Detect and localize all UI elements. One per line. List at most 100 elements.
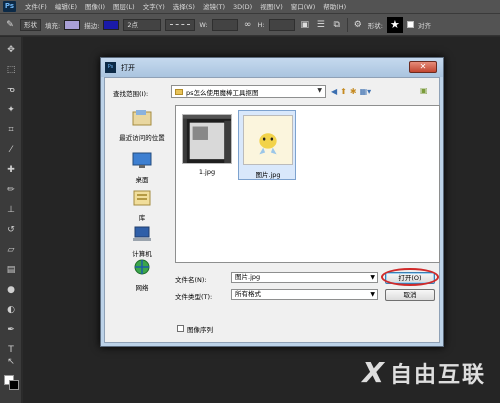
move-tool-icon[interactable]: ✥	[4, 43, 18, 57]
open-dialog: Ps 打开 ✕ 查找范围(I): ps怎么使用魔棒工具抠图 ▼ ◀ ⬆ ✱ ▦▾…	[100, 57, 444, 347]
place-network-label: 网络	[135, 284, 149, 292]
file-type-label: 文件类型(T):	[175, 293, 213, 301]
blur-tool-icon[interactable]: ●	[4, 283, 18, 297]
dialog-titlebar: Ps 打开 ✕	[101, 58, 443, 77]
menu-select[interactable]: 选择(S)	[169, 0, 199, 14]
computer-icon	[133, 226, 151, 241]
brush-tool-icon[interactable]: ✏	[4, 183, 18, 197]
height-label: H:	[257, 20, 265, 29]
view-menu-icon[interactable]: ▦▾	[360, 87, 372, 96]
file-name: 1.jpg	[198, 168, 216, 176]
file-thumbnail	[243, 115, 293, 165]
shape-label: 形状:	[367, 21, 383, 30]
lasso-tool-icon[interactable]: ᓀ	[4, 83, 18, 97]
menu-help[interactable]: 帮助(H)	[319, 0, 350, 14]
file-thumbnail	[182, 114, 232, 164]
menu-file[interactable]: 文件(F)	[21, 0, 51, 14]
look-in-label: 查找范围(I):	[113, 90, 149, 98]
places-bar: 最近访问的位置 桌面 库 计算机 网络	[111, 105, 173, 295]
menu-3d[interactable]: 3D(D)	[229, 0, 256, 14]
look-in-select[interactable]: ps怎么使用魔棒工具抠图 ▼	[171, 85, 326, 98]
new-folder-icon[interactable]: ▣	[420, 86, 431, 96]
menu-layer[interactable]: 图层(L)	[109, 0, 139, 14]
background-color-swatch[interactable]	[9, 380, 19, 390]
file-type-select[interactable]: 所有格式 ▼	[231, 289, 378, 300]
place-libraries-label: 库	[138, 214, 146, 222]
place-libraries[interactable]: 库	[111, 189, 173, 222]
menu-bar: Ps 文件(F) 编辑(E) 图像(I) 图层(L) 文字(Y) 选择(S) 滤…	[0, 0, 500, 14]
chevron-down-icon: ▼	[370, 291, 375, 298]
watermark: X 自由互联	[362, 356, 486, 389]
menu-view[interactable]: 视图(V)	[256, 0, 287, 14]
height-field[interactable]	[268, 18, 295, 31]
separator	[346, 17, 348, 32]
menu-filter[interactable]: 滤镜(T)	[199, 0, 229, 14]
tool-mode-select[interactable]: 形状	[20, 18, 41, 31]
cancel-button[interactable]: 取消	[385, 289, 435, 301]
chevron-down-icon: ▼	[370, 274, 375, 281]
marquee-tool-icon[interactable]: ⬚	[4, 63, 18, 77]
menu-edit[interactable]: 编辑(E)	[51, 0, 81, 14]
place-desktop[interactable]: 桌面	[111, 151, 173, 184]
file-name-label: 文件名(N):	[175, 276, 207, 284]
menu-window[interactable]: 窗口(W)	[287, 0, 320, 14]
pen-tool-icon[interactable]: ✒	[4, 323, 18, 337]
navigation-toolbar: ◀ ⬆ ✱ ▦▾	[331, 85, 371, 98]
place-network[interactable]: 网络	[111, 259, 173, 292]
recent-places-icon	[132, 110, 152, 126]
libraries-icon	[133, 190, 151, 206]
align-edges-label: 对齐	[417, 21, 431, 30]
place-computer[interactable]: 计算机	[111, 225, 173, 258]
gradient-tool-icon[interactable]: ▤	[4, 263, 18, 277]
path-operations-icon[interactable]: ▣	[299, 19, 311, 31]
menu-image[interactable]: 图像(I)	[81, 0, 109, 14]
file-item[interactable]: 1.jpg	[178, 110, 236, 180]
menu-type[interactable]: 文字(Y)	[139, 0, 169, 14]
healing-brush-tool-icon[interactable]: ✚	[4, 163, 18, 177]
stroke-color-swatch[interactable]	[103, 19, 120, 30]
width-label: W:	[199, 20, 208, 29]
pen-tool-preset-icon[interactable]: ✎	[4, 19, 16, 31]
eyedropper-tool-icon[interactable]: ⁄	[4, 143, 18, 157]
place-recent[interactable]: 最近访问的位置	[111, 109, 173, 142]
eraser-tool-icon[interactable]: ▱	[4, 243, 18, 257]
options-bar: ✎ 形状 填充: 描边: 2点 W: ∞ H: ▣ ☰ ⧉ ⚙ 形状: ★ 对齐	[0, 14, 500, 36]
desktop-icon	[132, 152, 152, 168]
align-edges-checkbox[interactable]	[406, 21, 414, 28]
fill-label: 填充:	[45, 21, 61, 30]
file-type-value: 所有格式	[235, 290, 261, 298]
width-field[interactable]	[211, 18, 238, 31]
link-icon[interactable]: ∞	[242, 19, 254, 31]
magic-wand-tool-icon[interactable]: ✦	[4, 103, 18, 117]
clone-stamp-tool-icon[interactable]: ⊥	[4, 203, 18, 217]
gear-icon[interactable]: ⚙	[352, 19, 364, 31]
up-folder-icon[interactable]: ⬆	[340, 87, 347, 96]
path-arrangement-icon[interactable]: ⧉	[331, 19, 343, 31]
file-name: 图片.jpg	[255, 171, 281, 179]
file-name-input[interactable]: 图片.jpg ▼	[231, 272, 378, 283]
image-sequence-label: 图像序列	[187, 326, 213, 334]
path-alignment-icon[interactable]: ☰	[315, 19, 327, 31]
path-selection-tool-icon[interactable]: ↖	[4, 355, 18, 369]
crop-tool-icon[interactable]: ⌗	[4, 123, 18, 137]
folder-icon	[175, 88, 183, 95]
network-icon	[134, 259, 150, 275]
dialog-title: 打开	[121, 63, 135, 72]
stroke-type-select[interactable]	[165, 18, 196, 31]
file-item-selected[interactable]: 图片.jpg	[238, 110, 296, 180]
back-icon[interactable]: ◀	[331, 87, 337, 96]
watermark-text: 自由互联	[389, 362, 486, 388]
dialog-body: 查找范围(I): ps怎么使用魔棒工具抠图 ▼ ◀ ⬆ ✱ ▦▾ ▣ 最近访问的…	[104, 77, 440, 343]
chevron-down-icon: ▼	[317, 87, 322, 94]
create-folder-icon[interactable]: ✱	[350, 87, 357, 96]
look-in-value: ps怎么使用魔棒工具抠图	[186, 88, 259, 97]
fill-color-swatch[interactable]	[64, 19, 81, 30]
stroke-size-field[interactable]: 2点	[123, 18, 162, 31]
close-icon[interactable]: ✕	[409, 61, 437, 73]
dodge-tool-icon[interactable]: ◐	[4, 303, 18, 317]
image-sequence-checkbox[interactable]	[177, 325, 184, 332]
history-brush-tool-icon[interactable]: ↺	[4, 223, 18, 237]
place-computer-label: 计算机	[132, 250, 152, 258]
place-recent-label: 最近访问的位置	[119, 134, 165, 142]
star-shape-icon[interactable]: ★	[386, 16, 403, 33]
